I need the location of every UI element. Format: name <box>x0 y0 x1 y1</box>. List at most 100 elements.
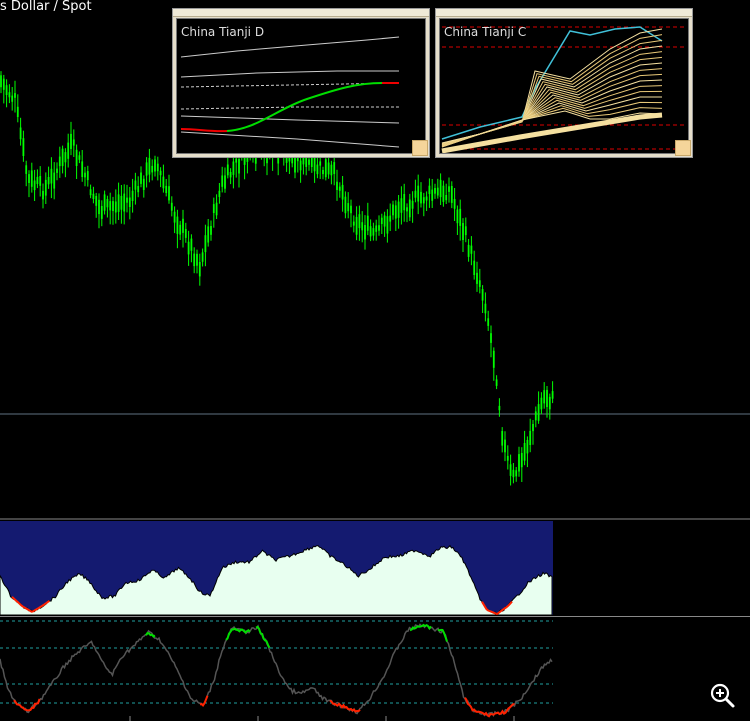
candle-body <box>322 170 324 175</box>
candle-body <box>408 199 411 218</box>
candle-body <box>529 430 532 445</box>
candle-body <box>44 179 47 196</box>
candle-body <box>341 184 344 200</box>
candle-body <box>406 207 408 212</box>
resize-grip-icon[interactable] <box>412 140 428 156</box>
candle-body <box>481 289 484 301</box>
fan-line <box>441 112 663 153</box>
candle-body <box>484 303 487 314</box>
fan-line <box>441 101 663 145</box>
candle-body <box>142 178 145 190</box>
tianji-c-panel[interactable]: China Tianji C <box>435 8 693 158</box>
candle-body <box>193 253 196 267</box>
candle-body <box>509 464 512 476</box>
candle-body <box>190 238 193 251</box>
candle-body <box>140 172 142 184</box>
panel-title-bar[interactable] <box>436 9 692 17</box>
candle-body <box>100 206 103 219</box>
candle-body <box>520 453 523 468</box>
candle-body <box>204 235 207 253</box>
candle-body <box>548 396 551 410</box>
candle-body <box>154 159 156 172</box>
candle-body <box>22 138 25 156</box>
candle-body <box>2 78 5 90</box>
candle-body <box>78 155 81 160</box>
candle-body <box>495 379 498 386</box>
candle-body <box>162 176 165 189</box>
candle-body <box>338 186 341 191</box>
candle-body <box>128 197 131 207</box>
candle-body <box>123 193 126 212</box>
candle-body <box>551 391 554 399</box>
candle-body <box>33 180 36 191</box>
candle-body <box>417 185 420 202</box>
candle-body <box>316 164 319 175</box>
panel-title: China Tianji C <box>444 25 527 39</box>
candle-body <box>431 189 434 201</box>
candle-body <box>504 439 506 453</box>
candle-body <box>92 193 95 199</box>
fan-line <box>441 110 663 144</box>
tianji-d-panel[interactable]: China Tianji D <box>172 8 430 158</box>
candle-body <box>61 148 64 167</box>
candle-body <box>137 186 140 193</box>
candle-body <box>506 455 509 461</box>
candle-body <box>235 158 238 163</box>
candle-body <box>392 204 394 216</box>
zoom-in-icon[interactable] <box>707 680 737 710</box>
candle-body <box>526 440 529 454</box>
candle-body <box>5 85 8 95</box>
candle-body <box>375 225 378 232</box>
candle-body <box>168 186 170 201</box>
candle-body <box>456 209 459 224</box>
candle-body <box>70 133 72 149</box>
candle-body <box>523 443 526 461</box>
candle-body <box>210 226 212 235</box>
candle-body <box>126 197 128 203</box>
panel-plot-area: China Tianji D <box>176 18 426 154</box>
candle-body <box>112 201 114 211</box>
candle-body <box>445 195 448 201</box>
candle-body <box>512 469 515 478</box>
candle-body <box>120 195 123 210</box>
candle-body <box>173 211 176 223</box>
candle-body <box>86 171 89 181</box>
candle-body <box>148 157 151 175</box>
candle-body <box>442 185 445 202</box>
candle-body <box>218 190 221 197</box>
candle-body <box>383 215 386 227</box>
candle-body <box>224 175 226 189</box>
candle-body <box>207 226 210 243</box>
candle-body <box>14 93 16 98</box>
candle-body <box>422 197 425 204</box>
resize-grip-icon[interactable] <box>675 140 691 156</box>
candle-body <box>30 170 33 187</box>
candle-body <box>436 187 439 196</box>
candle-body <box>358 214 361 229</box>
candle-body <box>67 142 70 159</box>
panel-title-bar[interactable] <box>173 9 429 17</box>
candle-body <box>114 201 117 213</box>
candle-body <box>75 149 78 166</box>
candle-body <box>450 186 453 203</box>
candle-body <box>380 217 383 224</box>
candle-body <box>226 164 229 176</box>
panel-title: China Tianji D <box>181 25 265 39</box>
candle-body <box>232 161 235 175</box>
candle-body <box>439 179 442 198</box>
candle-body <box>98 199 100 215</box>
candle-body <box>294 157 296 173</box>
candle-body <box>179 224 182 235</box>
candle-body <box>464 226 467 236</box>
candle-body <box>462 223 464 240</box>
candle-body <box>8 92 11 98</box>
candle-body <box>515 470 518 477</box>
fan-lines <box>441 26 663 153</box>
candle-body <box>145 162 148 176</box>
candle-body <box>490 333 492 343</box>
candle-body <box>467 244 470 257</box>
candle-body <box>11 95 14 102</box>
candle-body <box>330 164 333 176</box>
candle-body <box>428 185 431 194</box>
candle-body <box>361 222 364 231</box>
